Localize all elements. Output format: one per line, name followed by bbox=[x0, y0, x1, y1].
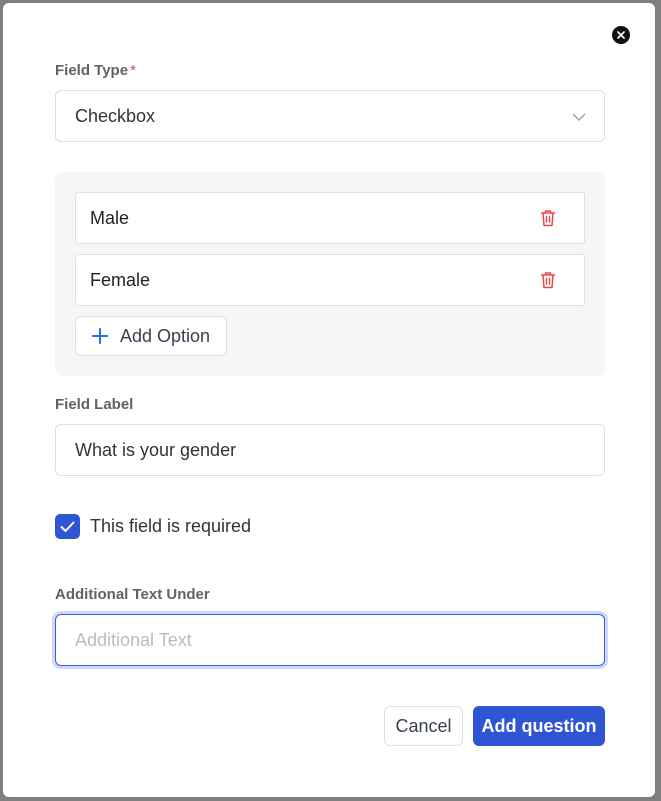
add-question-modal: Field Type * Checkbox Male Female Add Op… bbox=[3, 3, 655, 797]
trash-icon bbox=[540, 272, 556, 289]
additional-text-input[interactable] bbox=[55, 614, 605, 666]
field-type-label: Field Type * bbox=[55, 62, 136, 79]
additional-text-label: Additional Text Under bbox=[55, 586, 210, 603]
add-question-button[interactable]: Add question bbox=[473, 706, 605, 746]
option-input-male[interactable] bbox=[90, 208, 510, 229]
chevron-down-icon bbox=[572, 113, 586, 121]
delete-option-button[interactable] bbox=[540, 209, 556, 232]
options-panel: Add Option bbox=[55, 172, 605, 376]
close-icon bbox=[617, 31, 625, 39]
delete-option-button[interactable] bbox=[540, 271, 556, 294]
cancel-button[interactable]: Cancel bbox=[384, 706, 463, 746]
option-input-female[interactable] bbox=[90, 270, 510, 291]
add-option-label: Add Option bbox=[120, 325, 211, 346]
close-button[interactable] bbox=[612, 26, 630, 44]
field-type-value: Checkbox bbox=[75, 105, 156, 126]
field-type-select[interactable]: Checkbox bbox=[55, 90, 605, 142]
field-label-input[interactable] bbox=[55, 424, 605, 476]
check-icon bbox=[60, 521, 75, 532]
add-option-button[interactable]: Add Option bbox=[75, 316, 227, 356]
field-label-label: Field Label bbox=[55, 396, 134, 413]
option-row bbox=[75, 192, 585, 244]
option-row bbox=[75, 254, 585, 306]
required-checkbox-label: This field is required bbox=[90, 516, 252, 536]
trash-icon bbox=[540, 210, 556, 227]
required-asterisk: * bbox=[130, 62, 136, 79]
plus-icon bbox=[92, 328, 108, 344]
required-checkbox[interactable] bbox=[55, 514, 80, 539]
